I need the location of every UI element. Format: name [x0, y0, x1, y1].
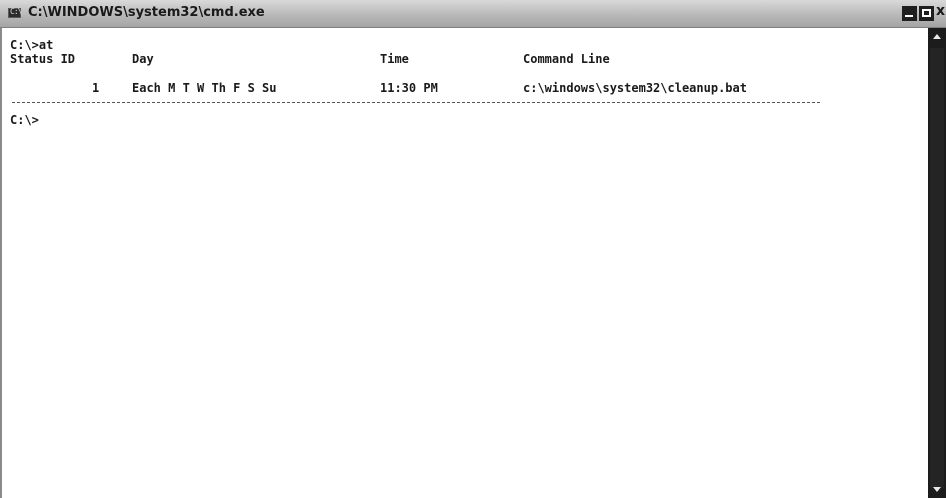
- console-output[interactable]: C:\>at Status ID Day Time Command Line 1…: [0, 28, 928, 498]
- row-time: 11:30 PM: [380, 81, 438, 95]
- title-bar[interactable]: C:\ C:\WINDOWS\system32\cmd.exe x: [0, 0, 946, 28]
- window-title: C:\WINDOWS\system32\cmd.exe: [28, 5, 265, 20]
- row-day: Each M T W Th F S Su: [132, 81, 277, 95]
- header-time: Time: [380, 52, 409, 66]
- minimize-button[interactable]: [902, 6, 917, 21]
- row-command: c:\windows\system32\cleanup.bat: [523, 81, 747, 95]
- scroll-up-icon[interactable]: [928, 28, 946, 46]
- close-button[interactable]: x: [936, 3, 946, 21]
- console-icon-glyph: C:\: [10, 7, 22, 16]
- prompt-text: C:\>: [10, 113, 39, 127]
- console-icon[interactable]: C:\: [8, 7, 22, 18]
- close-icon: x: [936, 3, 946, 19]
- row-id: 1: [92, 81, 100, 95]
- command-line-text: C:\>at: [10, 38, 54, 52]
- header-day: Day: [132, 52, 154, 66]
- scroll-thumb[interactable]: [930, 48, 944, 488]
- header-command-line: Command Line: [523, 52, 610, 66]
- maximize-button[interactable]: [919, 6, 934, 21]
- header-divider: [12, 102, 820, 103]
- scroll-down-icon[interactable]: [928, 480, 946, 498]
- cmd-window: C:\ C:\WINDOWS\system32\cmd.exe x C:\>at…: [0, 0, 946, 498]
- vertical-scrollbar[interactable]: [928, 28, 946, 498]
- header-status-id: Status ID: [10, 52, 76, 66]
